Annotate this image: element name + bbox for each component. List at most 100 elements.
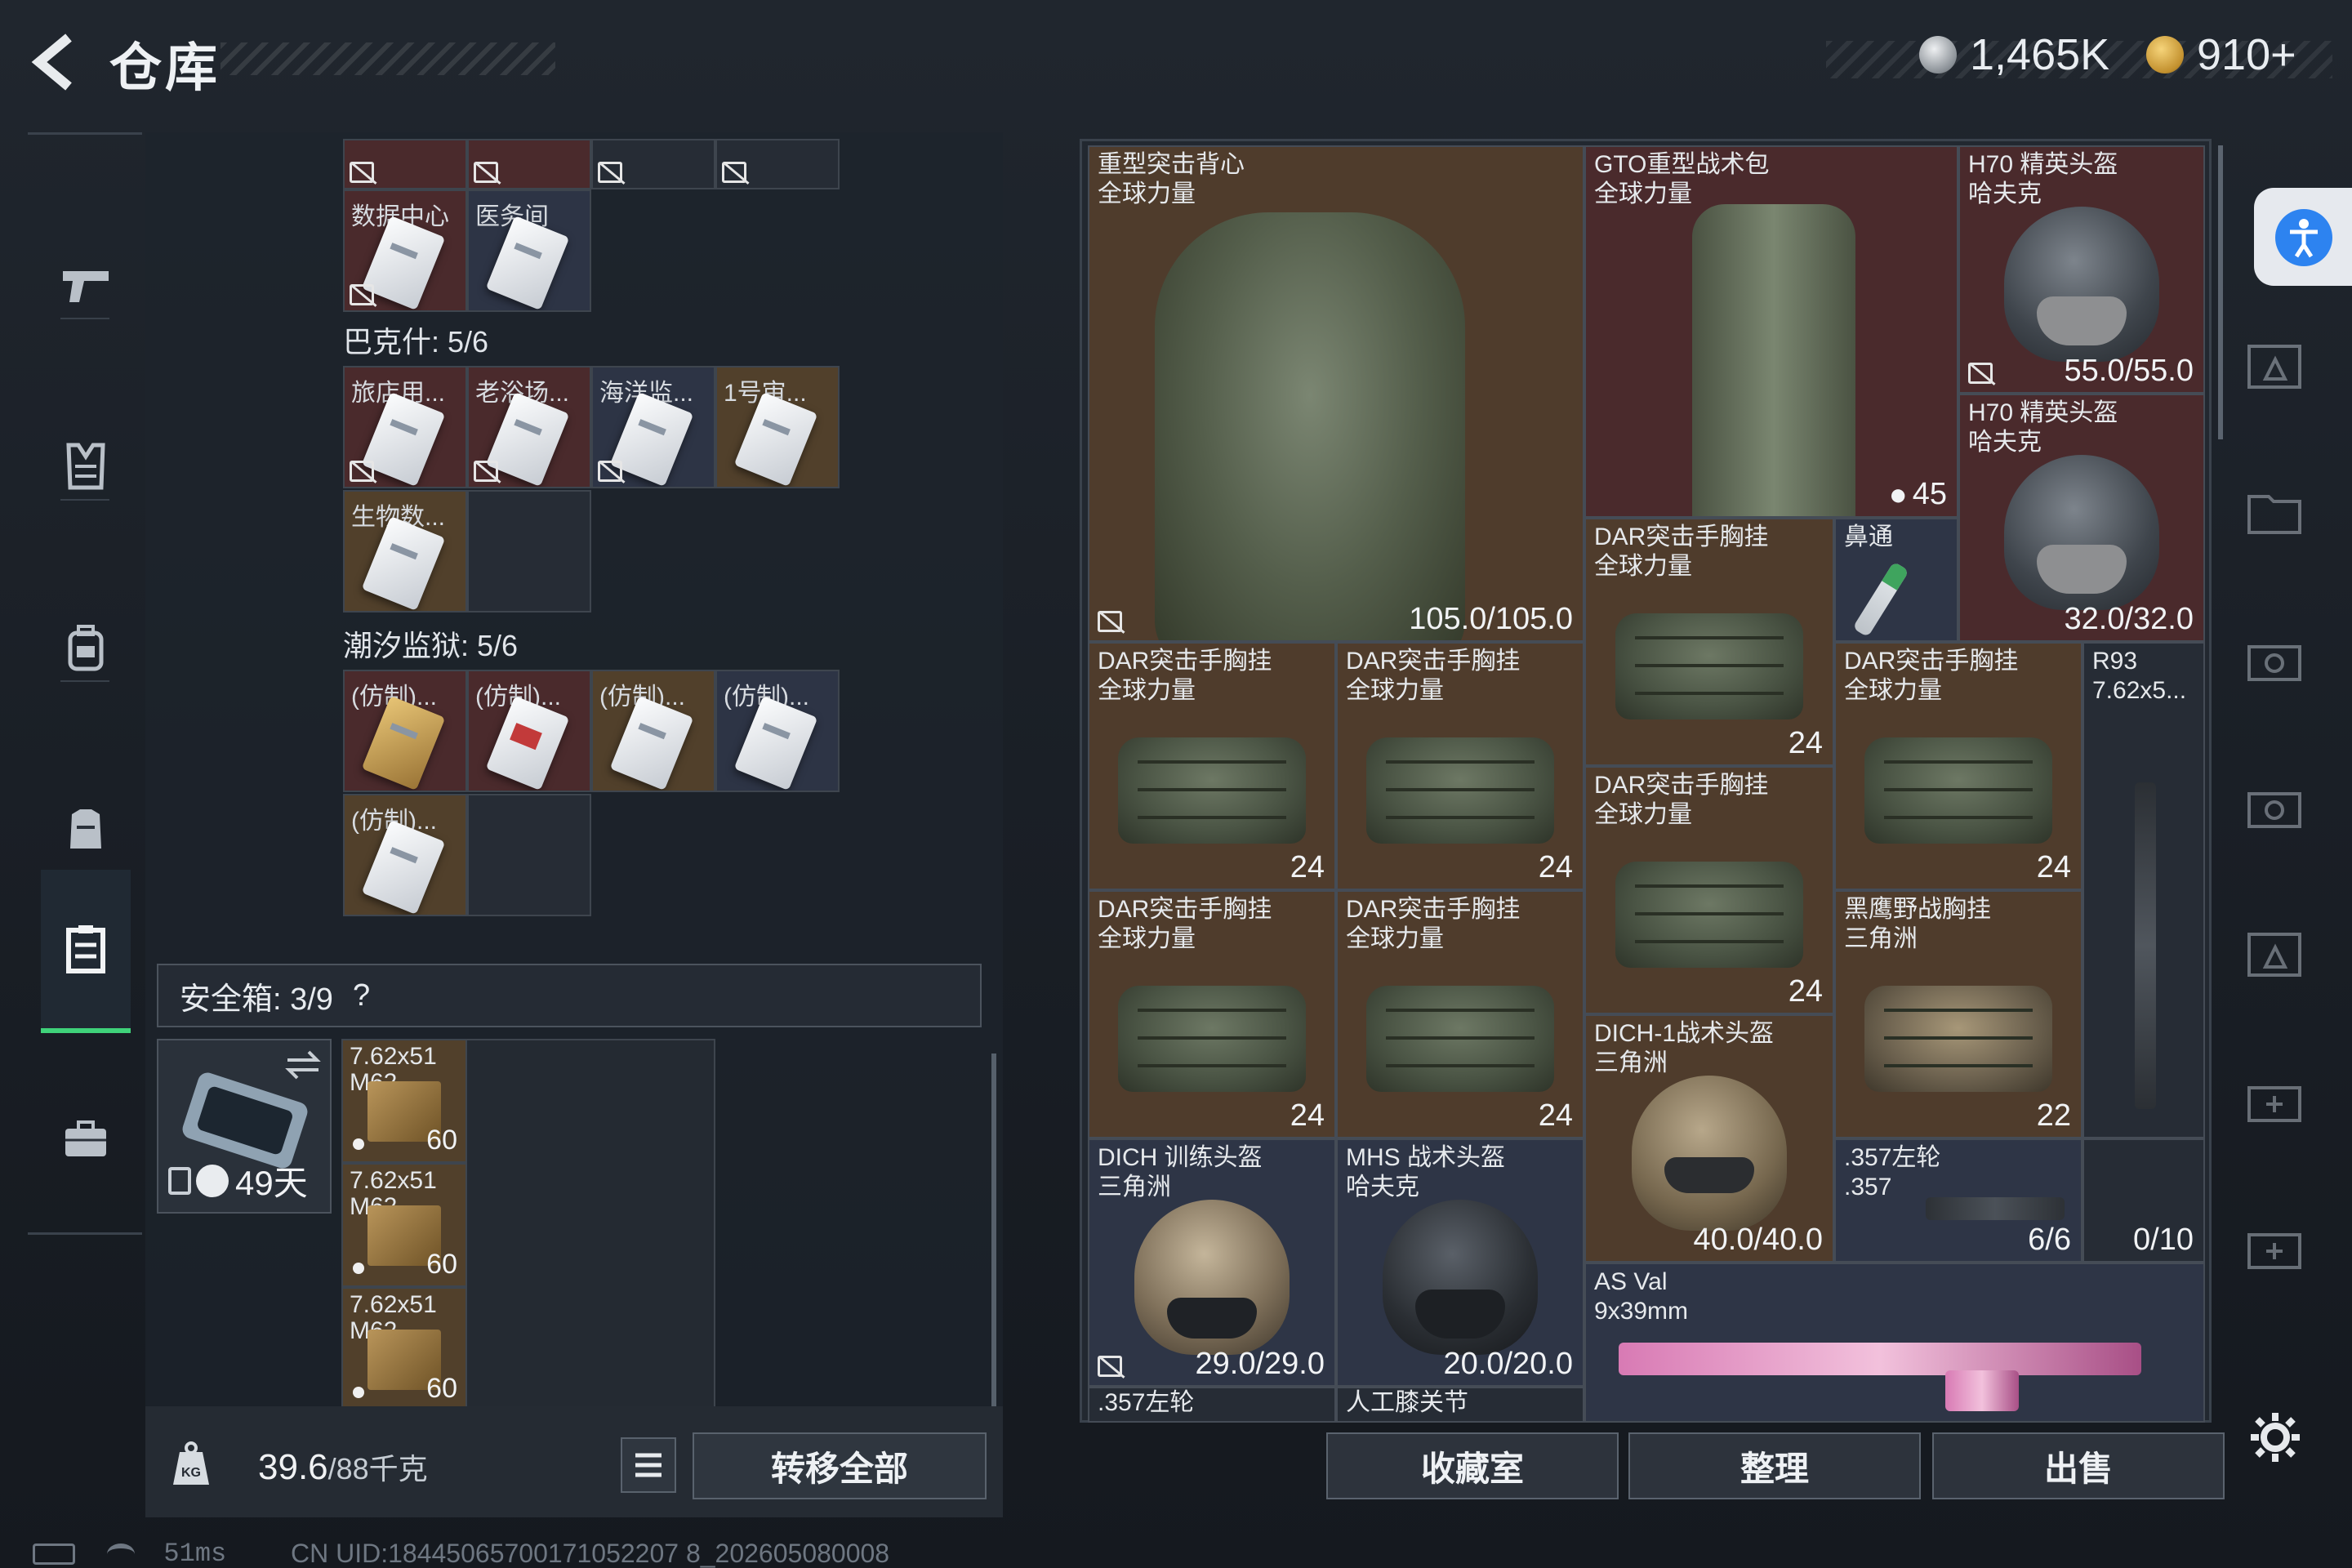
sell-button[interactable]: 出售 — [1932, 1432, 2225, 1499]
silver-currency[interactable]: 1,465K — [1919, 29, 2109, 80]
help-icon[interactable]: ? — [353, 978, 370, 1013]
camera-filter-icon[interactable] — [2241, 771, 2310, 840]
key-card-item[interactable]: (仿制)... — [591, 670, 715, 792]
ammo-item[interactable]: 7.62x51M62 60 — [341, 1039, 467, 1163]
ammo-caliber: 7.62x51 — [350, 1043, 437, 1070]
item-as-val-rifle[interactable]: AS Val 9x39mm — [1584, 1263, 2205, 1423]
rifle-image — [1619, 1343, 2141, 1375]
helmet-image — [1383, 1200, 1538, 1355]
item-r93-ammo[interactable]: 0/10 — [2082, 1138, 2205, 1263]
item-dar-chest-rig[interactable]: DAR突击手胸挂 全球力量 24 — [1336, 890, 1584, 1138]
armor-icon — [66, 443, 105, 490]
item-dar-chest-rig[interactable]: DAR突击手胸挂 全球力量 24 — [1584, 518, 1834, 766]
nav-backpack[interactable] — [41, 566, 131, 729]
chest-rig-image — [1864, 986, 2052, 1092]
item-dar-chest-rig[interactable]: DAR突击手胸挂 全球力量 24 — [1088, 890, 1336, 1138]
item-r93-rifle[interactable]: R93 7.62x5... — [2082, 642, 2205, 1138]
backpack-image — [1692, 204, 1855, 516]
item-357-revolver[interactable]: .357左轮 .357 6/6 — [1834, 1138, 2082, 1263]
key-card-item[interactable]: 旅店用... — [343, 366, 467, 488]
item-h70-helmet[interactable]: H70 精英头盔 哈夫克 32.0/32.0 — [1958, 394, 2205, 642]
item-mhs-helmet[interactable]: MHS 战术头盔 哈夫克 20.0/20.0 — [1336, 1138, 1584, 1387]
ammo-caliber: 7.62x51 — [350, 1291, 437, 1318]
item-capacity: 24 — [1788, 974, 1823, 1009]
item-dich-training-helmet[interactable]: DICH 训练头盔 三角洲 29.0/29.0 — [1088, 1138, 1336, 1387]
key-card-item[interactable]: (仿制)... — [715, 670, 840, 792]
sort-button[interactable]: 整理 — [1628, 1432, 1921, 1499]
key-card-item[interactable]: (仿制)... — [343, 794, 467, 916]
swap-icon[interactable] — [284, 1049, 322, 1081]
user-uid: CN UID:18445065700171052207 8_2026050800… — [291, 1539, 890, 1568]
rifle-magazine-image — [1945, 1370, 2019, 1411]
item-name: DAR突击手胸挂 全球力量 — [1098, 648, 1272, 704]
nav-stash[interactable] — [41, 870, 131, 1033]
key-card-item[interactable]: 老浴场... — [467, 366, 591, 488]
settings-gear-icon[interactable] — [2247, 1410, 2303, 1465]
key-card-slot[interactable] — [715, 139, 840, 189]
nav-weapons[interactable] — [41, 203, 131, 367]
list-view-button[interactable] — [621, 1437, 676, 1493]
unlocked-icon — [1098, 611, 1122, 632]
item-heavy-assault-vest[interactable]: 重型突击背心 全球力量 105.0/105.0 — [1088, 145, 1584, 642]
stash-scrollbar[interactable] — [991, 1054, 996, 1413]
key-card-item[interactable]: (仿制)... — [343, 670, 467, 792]
key-card-slot[interactable] — [467, 139, 591, 189]
item-name: 鼻通 — [1844, 523, 1893, 550]
ammo-item[interactable]: 7.62x51M62 60 — [341, 1163, 467, 1287]
gold-coin-icon — [2146, 36, 2184, 74]
item-artificial-knee[interactable]: 人工膝关节 — [1336, 1387, 1584, 1423]
secure-box-container[interactable]: 49天 — [157, 1039, 332, 1214]
item-durability: 29.0/29.0 — [1195, 1347, 1325, 1381]
transfer-all-button[interactable]: 转移全部 — [693, 1432, 987, 1499]
item-dar-chest-rig[interactable]: DAR突击手胸挂 全球力量 24 — [1584, 766, 1834, 1014]
key-card-slot[interactable] — [591, 139, 715, 189]
key-card-item[interactable]: 1号审... — [715, 366, 840, 488]
item-dar-chest-rig[interactable]: DAR突击手胸挂 全球力量 24 — [1834, 642, 2082, 890]
nav-briefcase[interactable] — [41, 1058, 131, 1221]
collection-room-button[interactable]: 收藏室 — [1326, 1432, 1619, 1499]
revolver-image — [1926, 1197, 2065, 1220]
medical-filter-icon[interactable] — [2241, 1212, 2310, 1281]
key-card-data-center[interactable]: 数据中心 — [343, 189, 467, 312]
folder-filter-icon[interactable] — [2241, 477, 2310, 546]
ammo-item[interactable]: 7.62x51M62 60 — [341, 1287, 467, 1411]
rig-icon — [70, 809, 101, 849]
key-card-medical[interactable]: 医务间 — [467, 189, 591, 312]
medical-filter-icon[interactable] — [2241, 1065, 2310, 1134]
grid-scrollbar[interactable] — [2218, 145, 2223, 439]
empty-slot[interactable] — [467, 490, 591, 612]
item-name: DICH 训练头盔 三角洲 — [1098, 1144, 1263, 1200]
nav-divider — [60, 499, 109, 501]
weight-icon: KG — [173, 1441, 209, 1485]
briefcase-icon — [65, 1120, 106, 1156]
back-arrow-icon[interactable] — [28, 33, 80, 91]
key-card-item[interactable]: (仿制)... — [467, 670, 591, 792]
chest-rig-image — [1118, 737, 1306, 844]
chest-rig-image — [1118, 986, 1306, 1092]
key-card-item[interactable]: 海洋监... — [591, 366, 715, 488]
item-name: .357左轮 .357 — [1844, 1144, 1941, 1200]
nav-divider — [60, 680, 109, 682]
tier-filter-icon[interactable] — [2241, 918, 2310, 987]
item-gto-heavy-pack[interactable]: GTO重型战术包 全球力量 ● 45 — [1584, 145, 1958, 518]
item-h70-helmet[interactable]: H70 精英头盔 哈夫克 55.0/55.0 — [1958, 145, 2205, 394]
nav-armor[interactable] — [41, 385, 131, 548]
days-remaining: 49天 — [235, 1164, 308, 1202]
accessibility-button[interactable] — [2254, 188, 2352, 286]
item-durability: 105.0/105.0 — [1409, 602, 1573, 636]
item-blackhawk-chest-rig[interactable]: 黑鹰野战胸挂 三角洲 22 — [1834, 890, 2082, 1138]
empty-slot[interactable] — [467, 794, 591, 916]
key-card-slot[interactable] — [343, 139, 467, 189]
key-card-item[interactable]: 生物数... — [343, 490, 467, 612]
camera-filter-icon[interactable] — [2241, 624, 2310, 693]
item-dar-chest-rig[interactable]: DAR突击手胸挂 全球力量 24 — [1336, 642, 1584, 890]
item-dich1-helmet[interactable]: DICH-1战术头盔 三角洲 40.0/40.0 — [1584, 1014, 1834, 1263]
unlocked-icon — [1098, 1356, 1122, 1377]
item-nasal-spray[interactable]: 鼻通 — [1834, 518, 1958, 642]
item-357-revolver[interactable]: .357左轮 — [1088, 1387, 1336, 1423]
stash-icon — [66, 925, 105, 973]
tier-filter-icon[interactable] — [2241, 330, 2310, 399]
item-dar-chest-rig[interactable]: DAR突击手胸挂 全球力量 24 — [1088, 642, 1336, 890]
gold-currency[interactable]: 910+ — [2146, 29, 2296, 80]
vest-image — [1155, 212, 1465, 640]
